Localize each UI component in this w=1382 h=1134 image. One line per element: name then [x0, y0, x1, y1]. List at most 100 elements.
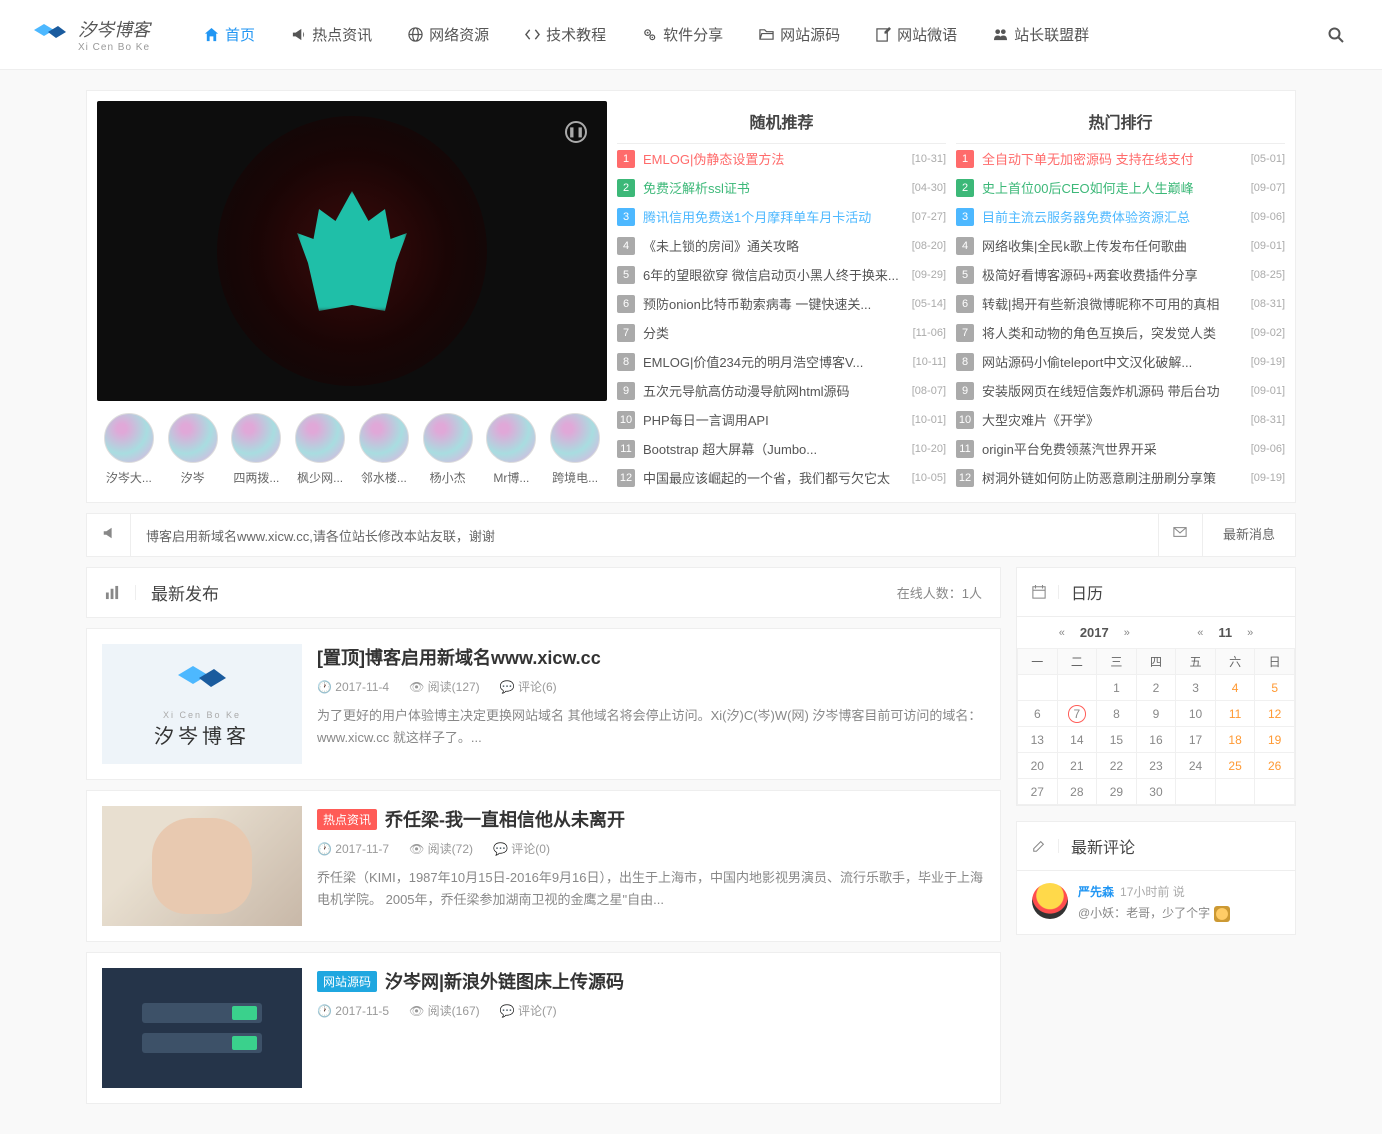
- rank-item[interactable]: 5极简好看博客源码+两套收费插件分享[08-25]: [956, 260, 1285, 289]
- rank-item[interactable]: 1全自动下单无加密源码 支持在线支付[05-01]: [956, 144, 1285, 173]
- rank-item[interactable]: 4《未上锁的房间》通关攻略[08-20]: [617, 231, 946, 260]
- rank-item[interactable]: 11origin平台免费领蒸汽世界开采[09-06]: [956, 434, 1285, 463]
- calendar-day[interactable]: 9: [1136, 701, 1176, 727]
- calendar-day[interactable]: 20: [1018, 753, 1058, 779]
- calendar-day[interactable]: 15: [1097, 727, 1137, 753]
- rank-item[interactable]: 12树洞外链如何防止防恶意刷注册刷分享策[09-19]: [956, 463, 1285, 492]
- nav-item-bullhorn[interactable]: 热点资讯: [277, 16, 386, 53]
- calendar-day[interactable]: 2: [1136, 675, 1176, 701]
- rank-item[interactable]: 9安装版网页在线短信轰炸机源码 带后台功[09-01]: [956, 376, 1285, 405]
- calendar-day[interactable]: 11: [1215, 701, 1255, 727]
- nav-item-home[interactable]: 首页: [190, 16, 269, 53]
- hero-carousel[interactable]: ❚❚: [97, 101, 607, 401]
- calendar-day[interactable]: 24: [1176, 753, 1216, 779]
- post-title[interactable]: [置顶]博客启用新域名www.xicw.cc: [317, 644, 601, 670]
- rank-item[interactable]: 6转载|揭开有些新浪微博昵称不可用的真相[08-31]: [956, 289, 1285, 318]
- calendar-day[interactable]: 25: [1215, 753, 1255, 779]
- post-category-tag[interactable]: 网站源码: [317, 971, 377, 992]
- friend-link-item[interactable]: Mr博...: [485, 413, 539, 486]
- rank-item[interactable]: 11Bootstrap 超大屏幕（Jumbo...[10-20]: [617, 434, 946, 463]
- calendar-day[interactable]: 26: [1255, 753, 1295, 779]
- calendar-day[interactable]: 4: [1215, 675, 1255, 701]
- pause-icon[interactable]: ❚❚: [565, 121, 587, 143]
- rank-item[interactable]: 6预防onion比特币勒索病毒 一键快速关...[05-14]: [617, 289, 946, 318]
- rank-item[interactable]: 2史上首位00后CEO如何走上人生巅峰[09-07]: [956, 173, 1285, 202]
- calendar-day[interactable]: 3: [1176, 675, 1216, 701]
- nav-item-edit[interactable]: 网站微语: [862, 16, 971, 53]
- rank-item[interactable]: 9五次元导航高仿动漫导航网html源码[08-07]: [617, 376, 946, 405]
- calendar-day[interactable]: 16: [1136, 727, 1176, 753]
- calendar-day[interactable]: 19: [1255, 727, 1295, 753]
- calendar-day[interactable]: 8: [1097, 701, 1137, 727]
- friend-link-item[interactable]: 四两拨...: [230, 413, 284, 486]
- nav-item-globe[interactable]: 网络资源: [394, 16, 503, 53]
- post-excerpt: 为了更好的用户体验博主决定更换网站域名 其他域名将会停止访问。Xi(汐)C(岑)…: [317, 705, 985, 749]
- rank-item[interactable]: 8EMLOG|价值234元的明月浩空博客V...[10-11]: [617, 347, 946, 376]
- calendar-day[interactable]: 5: [1255, 675, 1295, 701]
- calendar-icon: [1032, 585, 1059, 599]
- post-category-tag[interactable]: 热点资讯: [317, 809, 377, 830]
- nav-item-users[interactable]: 站长联盟群: [979, 16, 1103, 53]
- comment-author[interactable]: 严先森: [1078, 883, 1114, 900]
- month-prev[interactable]: «: [1197, 627, 1203, 639]
- logo-subtitle: Xi Cen Bo Ke: [78, 42, 150, 53]
- rank-item[interactable]: 7将人类和动物的角色互换后，突发觉人类[09-02]: [956, 318, 1285, 347]
- calendar-day[interactable]: 7: [1057, 701, 1097, 727]
- calendar-day[interactable]: 22: [1097, 753, 1137, 779]
- rank-item[interactable]: 10大型灾难片《开学》[08-31]: [956, 405, 1285, 434]
- post-card[interactable]: Xi Cen Bo Ke汐岑博客[置顶]博客启用新域名www.xicw.cc🕐 …: [86, 628, 1001, 780]
- nav-item-code[interactable]: 技术教程: [511, 16, 620, 53]
- calendar-day[interactable]: 1: [1097, 675, 1137, 701]
- post-card[interactable]: 热点资讯乔任梁-我一直相信他从未离开🕐 2017-11-7👁 阅读(72)💬 评…: [86, 790, 1001, 942]
- rank-item[interactable]: 4网络收集|全民k歌上传发布任何歌曲[09-01]: [956, 231, 1285, 260]
- rank-item[interactable]: 3腾讯信用免费送1个月摩拜单车月卡活动[07-27]: [617, 202, 946, 231]
- rank-item[interactable]: 7分类[11-06]: [617, 318, 946, 347]
- logo[interactable]: 汐岑博客 Xi Cen Bo Ke: [30, 16, 150, 53]
- rank-item[interactable]: 10PHP每日一言调用API[10-01]: [617, 405, 946, 434]
- post-card[interactable]: 网站源码汐岑网|新浪外链图床上传源码🕐 2017-11-5👁 阅读(167)💬 …: [86, 952, 1001, 1104]
- calendar-day[interactable]: 13: [1018, 727, 1058, 753]
- year-prev[interactable]: «: [1059, 627, 1065, 639]
- rank-item[interactable]: 2免费泛解析ssl证书[04-30]: [617, 173, 946, 202]
- calendar-day[interactable]: 6: [1018, 701, 1058, 727]
- mail-icon[interactable]: [1158, 513, 1202, 557]
- calendar-day[interactable]: 18: [1215, 727, 1255, 753]
- calendar-day: [1176, 779, 1216, 805]
- rank-link: 五次元导航高仿动漫导航网html源码: [643, 381, 904, 400]
- calendar-day[interactable]: 30: [1136, 779, 1176, 805]
- nav-item-cogs[interactable]: 软件分享: [628, 16, 737, 53]
- friend-link-item[interactable]: 汐岑大...: [102, 413, 156, 486]
- rank-item[interactable]: 12中国最应该崛起的一个省，我们都亏欠它太[10-05]: [617, 463, 946, 492]
- search-icon[interactable]: [1320, 19, 1352, 51]
- friend-link-item[interactable]: 汐岑: [166, 413, 220, 486]
- calendar-day[interactable]: 27: [1018, 779, 1058, 805]
- rank-number: 3: [617, 208, 635, 226]
- post-title[interactable]: 汐岑网|新浪外链图床上传源码: [385, 968, 624, 994]
- friend-link-item[interactable]: 杨小杰: [421, 413, 475, 486]
- nav-item-folder[interactable]: 网站源码: [745, 16, 854, 53]
- calendar-day[interactable]: 28: [1057, 779, 1097, 805]
- calendar-day[interactable]: 12: [1255, 701, 1295, 727]
- friend-links: 汐岑大...汐岑四两拨...枫少网...邻水楼...杨小杰Mr博...跨境电..…: [97, 413, 607, 486]
- friend-link-item[interactable]: 邻水楼...: [357, 413, 411, 486]
- calendar-day[interactable]: 14: [1057, 727, 1097, 753]
- year-next[interactable]: »: [1124, 627, 1130, 639]
- notice-text[interactable]: 博客启用新域名www.xicw.cc,请各位站长修改本站友联，谢谢: [131, 526, 1158, 545]
- friend-link-item[interactable]: 跨境电...: [548, 413, 602, 486]
- rank-item[interactable]: 56年的望眼欲穿 微信启动页小黑人终于换来...[09-29]: [617, 260, 946, 289]
- comment-item[interactable]: 严先森 17小时前 说@小妖：老哥，少了个字: [1017, 871, 1295, 934]
- calendar-day[interactable]: 23: [1136, 753, 1176, 779]
- latest-news-link[interactable]: 最新消息: [1202, 513, 1295, 557]
- calendar-day[interactable]: 10: [1176, 701, 1216, 727]
- friend-link-item[interactable]: 枫少网...: [293, 413, 347, 486]
- nav-label: 站长联盟群: [1014, 24, 1089, 45]
- calendar-day[interactable]: 29: [1097, 779, 1137, 805]
- rank-item[interactable]: 8网站源码小偷teleport中文汉化破解...[09-19]: [956, 347, 1285, 376]
- post-title[interactable]: 乔任梁-我一直相信他从未离开: [385, 806, 625, 832]
- month-next[interactable]: »: [1247, 627, 1253, 639]
- rank-item[interactable]: 3目前主流云服务器免费体验资源汇总[09-06]: [956, 202, 1285, 231]
- calendar-table: 一二三四五六日 12345678910111213141516171819202…: [1017, 648, 1295, 805]
- calendar-day[interactable]: 17: [1176, 727, 1216, 753]
- calendar-day[interactable]: 21: [1057, 753, 1097, 779]
- rank-item[interactable]: 1EMLOG|伪静态设置方法[10-31]: [617, 144, 946, 173]
